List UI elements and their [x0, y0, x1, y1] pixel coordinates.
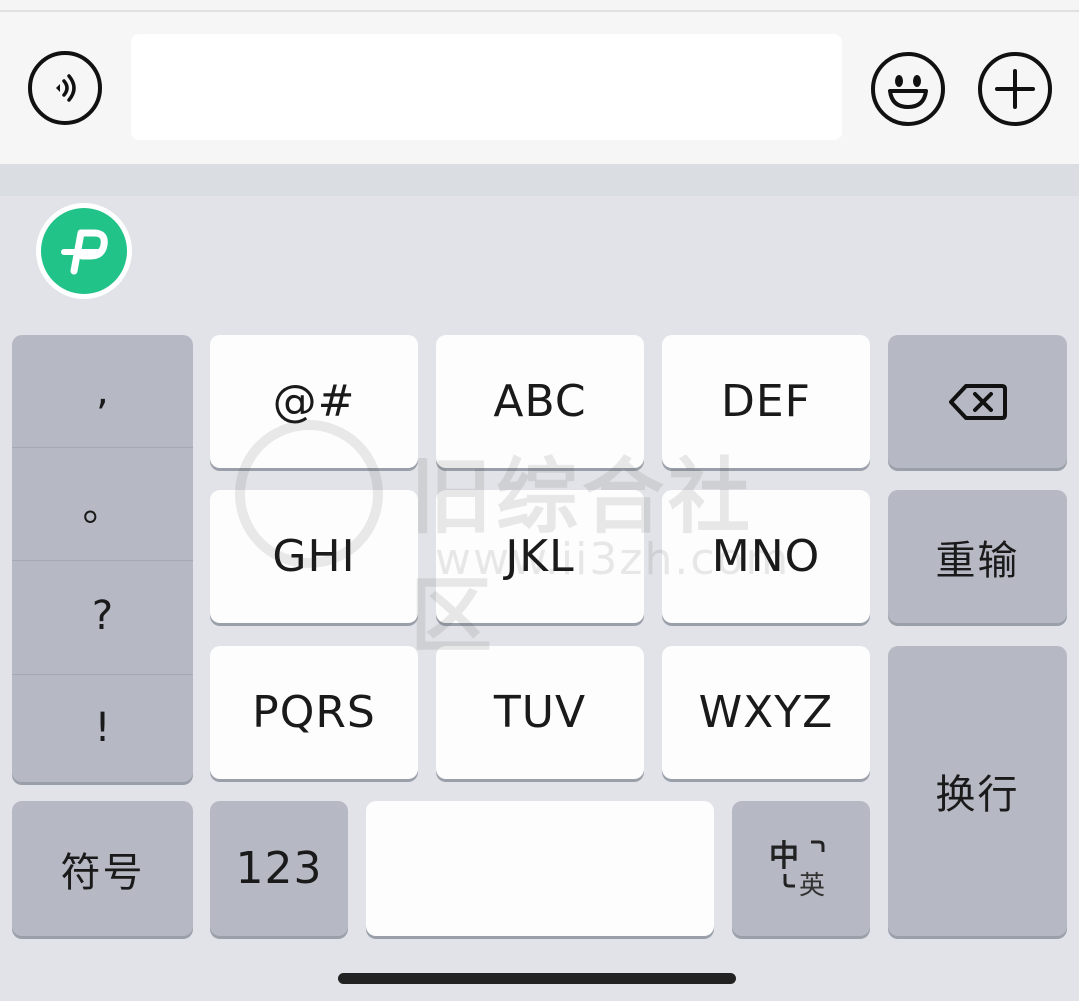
plus-icon: [995, 69, 1035, 109]
voice-icon: [56, 74, 76, 102]
backspace-key[interactable]: [888, 335, 1067, 468]
numbers-key-label: 123: [235, 843, 323, 894]
key-6-label: MNO: [711, 531, 821, 582]
numbers-key[interactable]: 123: [210, 801, 348, 936]
home-indicator[interactable]: [338, 973, 736, 984]
emoji-button[interactable]: [871, 52, 945, 126]
key-5[interactable]: JKL: [436, 490, 644, 623]
key-3[interactable]: DEF: [662, 335, 870, 468]
key-9-label: WXYZ: [698, 687, 834, 738]
key-2[interactable]: ABC: [436, 335, 644, 468]
chat-input-bar: [0, 12, 1079, 164]
punct-exclaim-key[interactable]: !: [12, 672, 193, 783]
voice-button[interactable]: [28, 51, 102, 125]
emoji-icon: [888, 75, 928, 109]
app-logo-icon: [61, 229, 108, 275]
newline-key[interactable]: 换行: [888, 646, 1067, 936]
symbols-key-label: 符号: [60, 849, 145, 896]
more-button[interactable]: [978, 52, 1052, 126]
key-7-label: PQRS: [252, 687, 376, 738]
newline-key-label: 换行: [935, 772, 1020, 818]
key-2-label: ABC: [493, 376, 587, 427]
key-4[interactable]: GHI: [210, 490, 418, 623]
space-key[interactable]: [366, 801, 714, 936]
key-4-label: GHI: [272, 531, 356, 582]
keyboard-app-logo[interactable]: [36, 203, 132, 299]
lang-secondary-label: 英: [799, 871, 825, 901]
lang-primary-label: 中: [769, 839, 799, 874]
backspace-icon: [948, 383, 1007, 420]
keyboard-top-strip: [0, 164, 1079, 196]
top-divider: [0, 0, 1079, 12]
key-1[interactable]: @#: [210, 335, 418, 468]
punctuation-column: , 。 ? !: [12, 335, 193, 782]
key-3-label: DEF: [721, 376, 811, 427]
keyboard: , 。 ? ! @# ABC DEF GHI JKL MNO 重输 PQRS T…: [0, 164, 1079, 1001]
key-9[interactable]: WXYZ: [662, 646, 870, 779]
key-5-label: JKL: [505, 531, 575, 582]
language-switch-key[interactable]: 中 英: [732, 801, 870, 936]
key-7[interactable]: PQRS: [210, 646, 418, 779]
punct-comma-key[interactable]: ,: [12, 335, 193, 446]
key-1-label: @#: [272, 376, 356, 427]
key-8[interactable]: TUV: [436, 646, 644, 779]
retype-key-label: 重输: [935, 537, 1020, 584]
symbols-key[interactable]: 符号: [12, 801, 193, 936]
language-switch-icon: 中 英: [769, 839, 825, 901]
key-6[interactable]: MNO: [662, 490, 870, 623]
message-input[interactable]: [131, 34, 842, 140]
key-8-label: TUV: [493, 687, 587, 738]
retype-key[interactable]: 重输: [888, 490, 1067, 623]
punct-period-key[interactable]: 。: [12, 447, 193, 558]
punct-question-key[interactable]: ?: [12, 560, 193, 671]
